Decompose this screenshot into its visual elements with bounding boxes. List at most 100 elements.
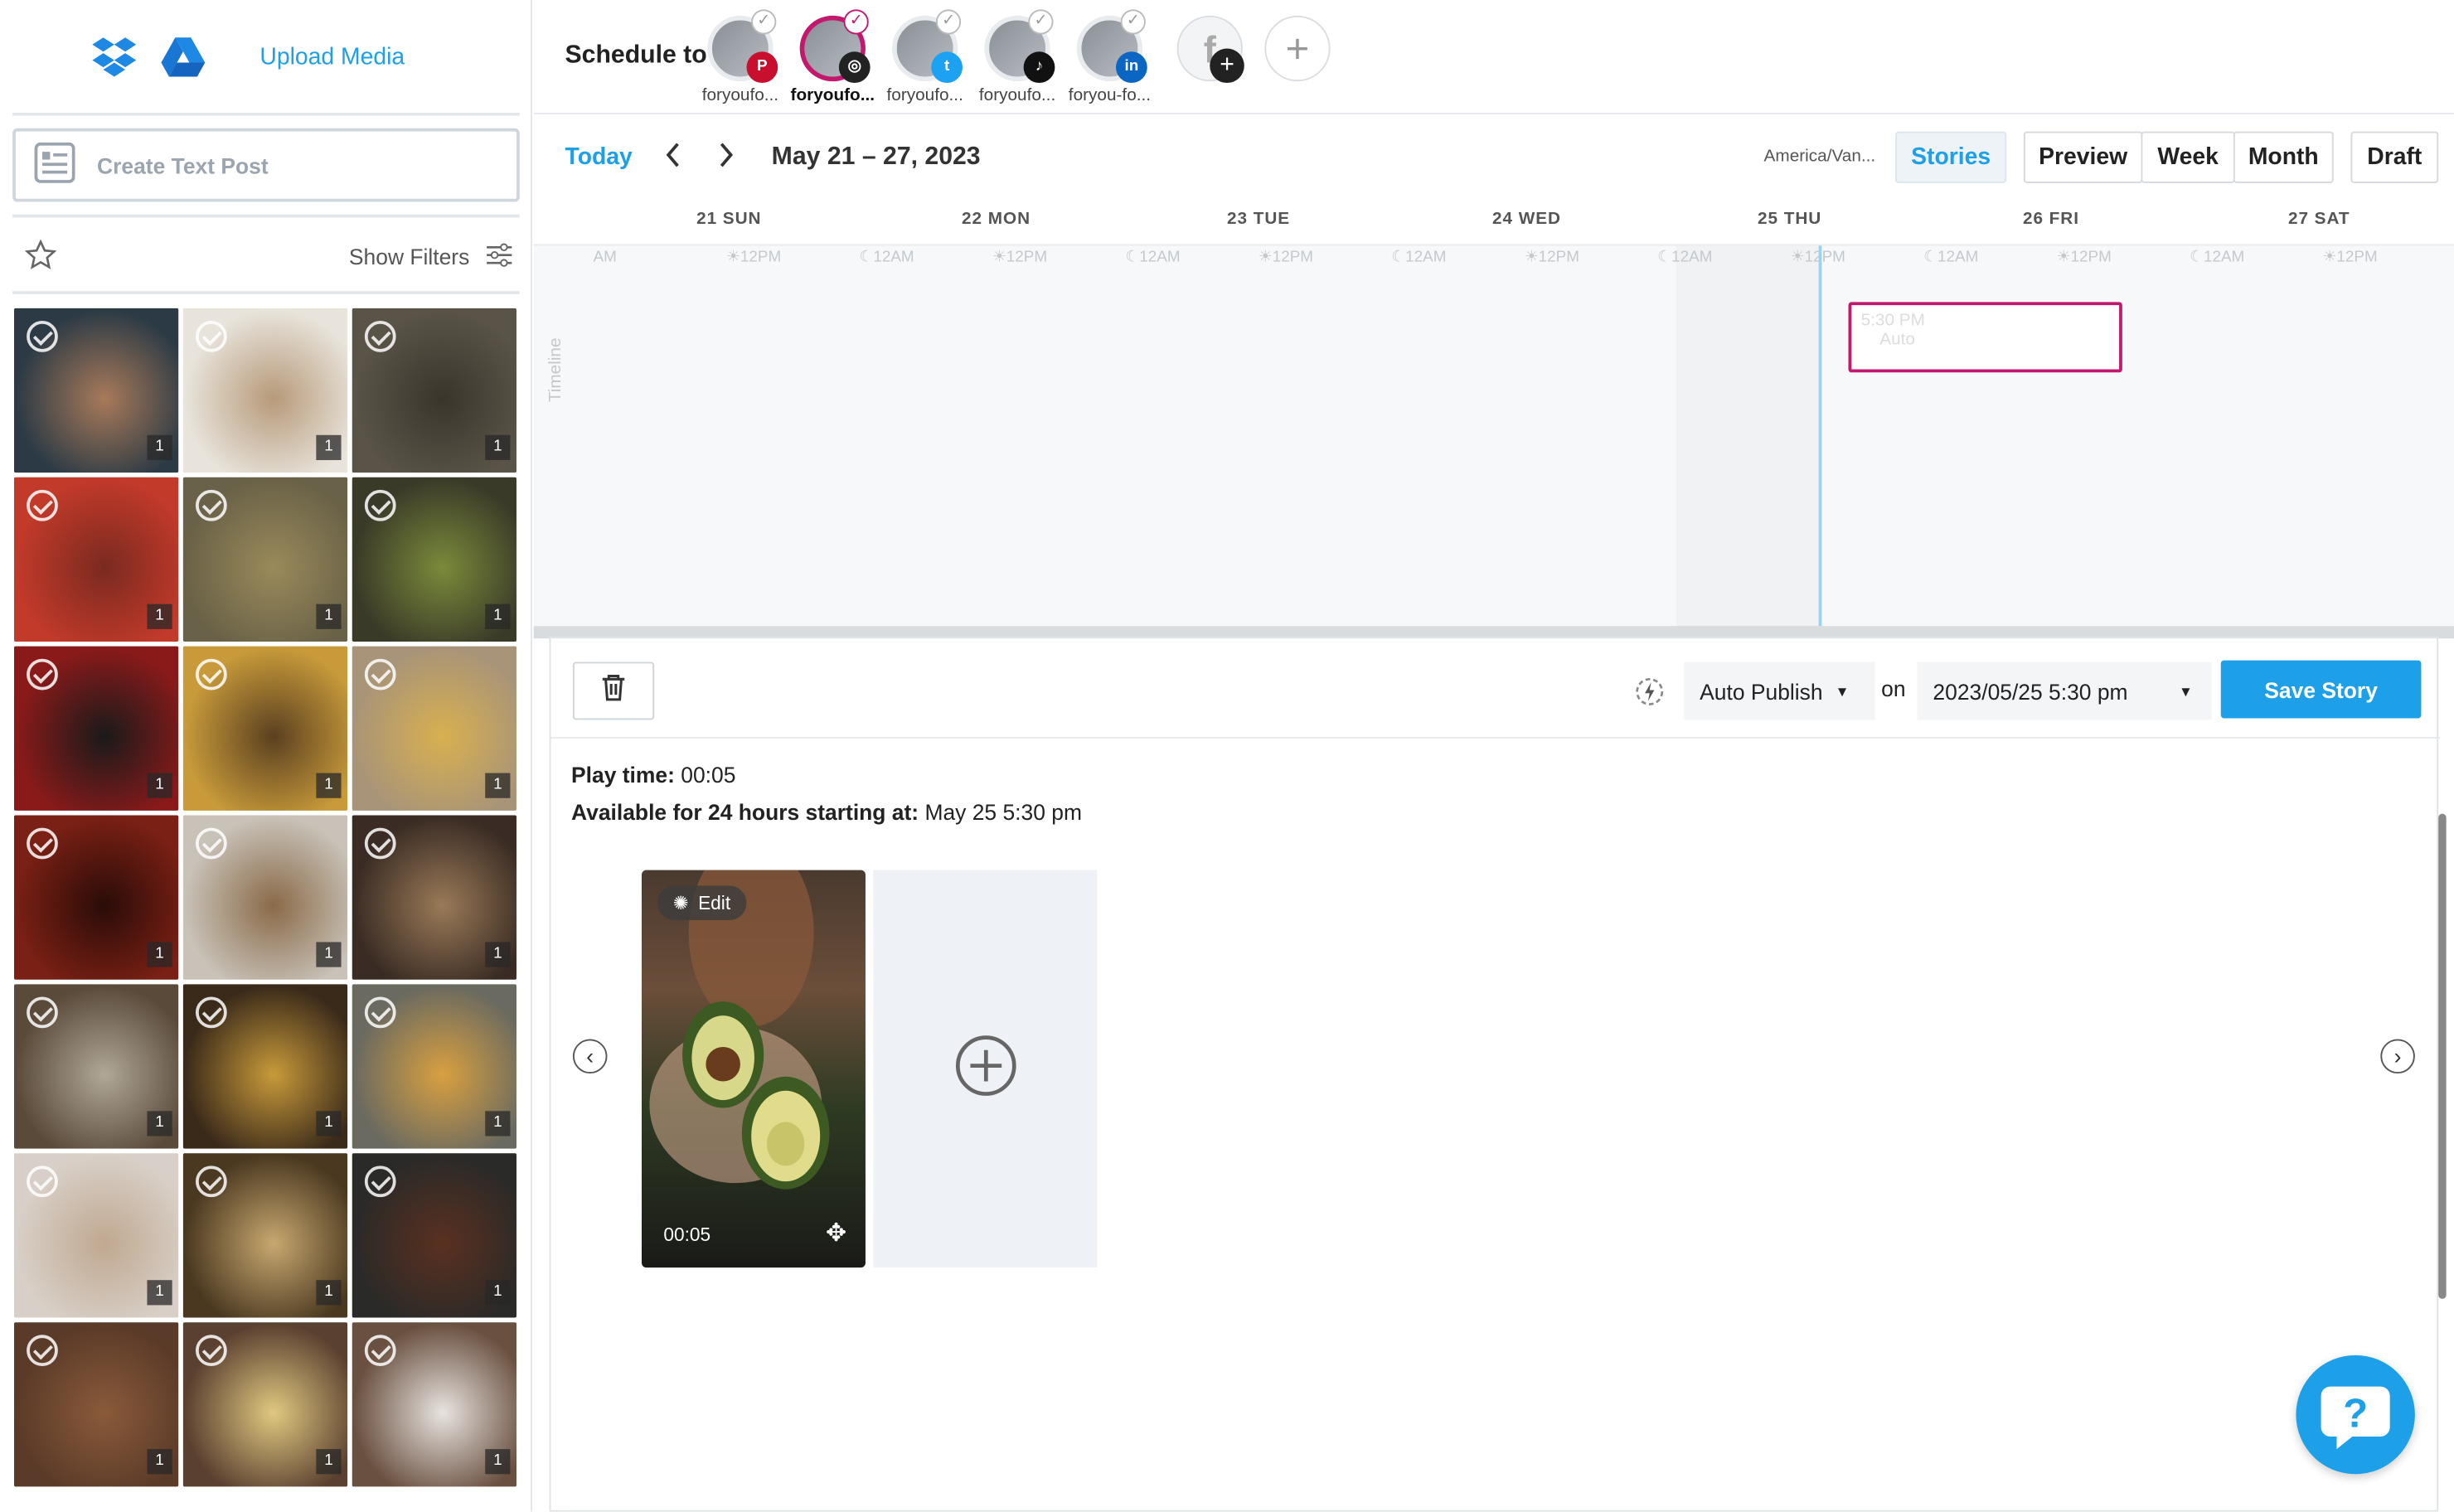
media-thumbnail[interactable]: 1 bbox=[352, 477, 517, 642]
media-thumbnail[interactable]: 1 bbox=[182, 477, 348, 642]
select-check-icon[interactable] bbox=[27, 827, 58, 860]
media-thumbnail[interactable]: 1 bbox=[352, 646, 517, 811]
select-check-icon[interactable] bbox=[27, 1166, 58, 1198]
magic-edit-icon: ✺ bbox=[672, 892, 689, 914]
select-check-icon[interactable] bbox=[195, 1166, 227, 1198]
publish-datetime-picker[interactable]: 2023/05/25 5:30 pm ▼ bbox=[1917, 662, 2212, 720]
media-thumbnail[interactable]: 1 bbox=[13, 1322, 179, 1487]
add-facebook-account-button[interactable]: f + bbox=[1176, 15, 1244, 84]
media-thumbnail[interactable]: 1 bbox=[182, 308, 348, 473]
media-thumbnail[interactable]: 1 bbox=[13, 308, 179, 473]
sliders-icon bbox=[485, 242, 513, 272]
play-time-info: Play time: 00:05 bbox=[571, 762, 735, 787]
instagram-icon: ◎ bbox=[838, 51, 871, 84]
media-thumbnail[interactable]: 1 bbox=[182, 646, 348, 811]
select-check-icon[interactable] bbox=[195, 1335, 227, 1367]
upload-media-link[interactable]: Upload Media bbox=[259, 44, 405, 70]
edit-slide-button[interactable]: ✺ Edit bbox=[657, 885, 747, 921]
publish-mode-value: Auto Publish bbox=[1700, 678, 1823, 704]
account-avatar: ✓ ◎ bbox=[799, 9, 871, 84]
select-check-icon[interactable] bbox=[27, 489, 58, 521]
today-button[interactable]: Today bbox=[565, 144, 632, 171]
select-check-icon[interactable] bbox=[195, 996, 227, 1029]
media-thumbnail[interactable]: 1 bbox=[352, 1322, 517, 1487]
select-check-icon[interactable] bbox=[364, 489, 396, 521]
select-check-icon[interactable] bbox=[27, 320, 58, 352]
save-story-button[interactable]: Save Story bbox=[2220, 660, 2422, 719]
prev-week-icon[interactable] bbox=[662, 138, 684, 182]
select-check-icon[interactable] bbox=[195, 827, 227, 860]
media-thumbnail[interactable]: 1 bbox=[352, 1153, 517, 1318]
create-text-post-label: Create Text Post bbox=[97, 153, 269, 178]
media-thumbnail[interactable]: 1 bbox=[13, 646, 179, 811]
next-week-icon[interactable] bbox=[715, 138, 737, 182]
usage-count-badge: 1 bbox=[485, 1449, 511, 1475]
select-check-icon[interactable] bbox=[364, 1166, 396, 1198]
checkmark-icon: ✓ bbox=[1120, 9, 1146, 35]
select-check-icon[interactable] bbox=[195, 658, 227, 691]
help-button[interactable]: ? bbox=[2296, 1354, 2415, 1475]
draft-button[interactable]: Draft bbox=[2350, 131, 2439, 183]
select-check-icon[interactable] bbox=[364, 320, 396, 352]
move-icon[interactable]: ✥ bbox=[826, 1218, 846, 1249]
usage-count-badge: 1 bbox=[485, 773, 511, 798]
account-avatar: ✓ t bbox=[892, 9, 963, 84]
usage-count-badge: 1 bbox=[316, 773, 342, 798]
media-thumbnail[interactable]: 1 bbox=[13, 477, 179, 642]
time-tick: ☾12AM bbox=[1125, 249, 1181, 266]
caret-down-icon: ▼ bbox=[1835, 683, 1850, 699]
media-thumbnail[interactable]: 1 bbox=[13, 1153, 179, 1318]
time-tick: ☀12PM bbox=[992, 249, 1048, 266]
account-linkedin[interactable]: ✓ in foryou-fo... bbox=[1063, 9, 1157, 105]
account-name: foryoufo... bbox=[701, 85, 779, 105]
select-check-icon[interactable] bbox=[27, 1335, 58, 1367]
story-slide[interactable]: ✺ Edit 00:05 ✥ bbox=[641, 870, 866, 1268]
select-check-icon[interactable] bbox=[27, 658, 58, 691]
add-slide-button[interactable] bbox=[873, 870, 1098, 1268]
media-thumbnail[interactable]: 1 bbox=[352, 815, 517, 980]
plus-icon: + bbox=[1285, 25, 1310, 72]
add-account-button[interactable]: + bbox=[1264, 15, 1331, 82]
account-tiktok[interactable]: ✓ ♪ foryoufo... bbox=[970, 9, 1064, 105]
edit-label: Edit bbox=[698, 892, 731, 914]
media-thumbnail[interactable]: 1 bbox=[182, 1153, 348, 1318]
select-check-icon[interactable] bbox=[27, 996, 58, 1029]
select-check-icon[interactable] bbox=[195, 320, 227, 352]
delete-story-button[interactable] bbox=[572, 662, 655, 720]
media-thumbnail[interactable]: 1 bbox=[352, 308, 517, 473]
carousel-next-button[interactable]: › bbox=[2380, 1039, 2415, 1074]
media-thumbnail[interactable]: 1 bbox=[13, 815, 179, 980]
create-text-post-button[interactable]: Create Text Post bbox=[12, 128, 520, 202]
timezone-selector[interactable]: America/Van... bbox=[1764, 147, 1876, 166]
panel-scrollbar[interactable] bbox=[2438, 813, 2447, 1299]
story-event[interactable]: 5:30 PM Auto bbox=[1848, 302, 2122, 373]
view-week-button[interactable]: Week bbox=[2141, 131, 2235, 183]
account-twitter[interactable]: ✓ t foryoufo... bbox=[878, 9, 972, 105]
tiktok-icon: ♪ bbox=[1023, 51, 1055, 84]
account-pinterest[interactable]: ✓ Pforyoufo... bbox=[693, 9, 787, 105]
media-thumbnail[interactable]: 1 bbox=[182, 1322, 348, 1487]
view-stories-button[interactable]: Stories bbox=[1895, 131, 2007, 183]
account-instagram[interactable]: ✓ ◎ foryoufo... bbox=[786, 9, 880, 105]
usage-count-badge: 1 bbox=[316, 1449, 342, 1475]
select-check-icon[interactable] bbox=[364, 996, 396, 1029]
dropbox-icon[interactable] bbox=[90, 35, 138, 86]
carousel-prev-button[interactable]: ‹ bbox=[572, 1039, 608, 1074]
select-check-icon[interactable] bbox=[364, 1335, 396, 1367]
media-thumbnail[interactable]: 1 bbox=[182, 815, 348, 980]
select-check-icon[interactable] bbox=[364, 827, 396, 860]
time-tick: ☀12PM bbox=[725, 249, 782, 266]
star-icon[interactable] bbox=[24, 238, 57, 274]
publish-mode-select[interactable]: Auto Publish ▼ bbox=[1684, 662, 1875, 720]
view-preview-button[interactable]: Preview bbox=[2023, 131, 2143, 183]
media-thumbnail[interactable]: 1 bbox=[182, 984, 348, 1149]
view-month-button[interactable]: Month bbox=[2233, 131, 2334, 183]
auto-publish-icon bbox=[1634, 676, 1666, 708]
media-thumbnail[interactable]: 1 bbox=[13, 984, 179, 1149]
show-filters-button[interactable]: Show Filters bbox=[349, 242, 513, 272]
media-thumbnail[interactable]: 1 bbox=[352, 984, 517, 1149]
google-drive-icon[interactable] bbox=[160, 35, 207, 86]
usage-count-badge: 1 bbox=[485, 1111, 511, 1136]
select-check-icon[interactable] bbox=[364, 658, 396, 691]
select-check-icon[interactable] bbox=[195, 489, 227, 521]
